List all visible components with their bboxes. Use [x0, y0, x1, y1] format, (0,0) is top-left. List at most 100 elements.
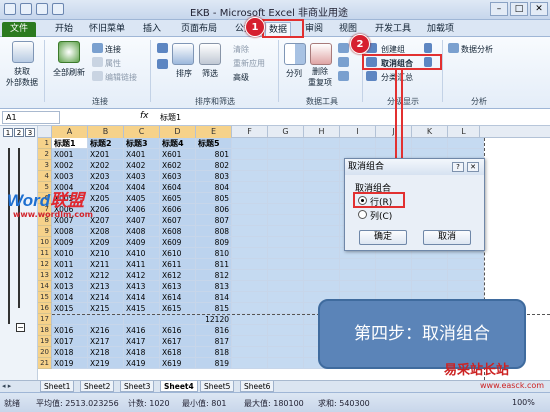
cell[interactable]: X408: [124, 226, 160, 237]
cell[interactable]: X614: [160, 292, 196, 303]
cell[interactable]: [232, 138, 268, 149]
cell[interactable]: X018: [52, 347, 88, 358]
sheet-tab[interactable]: Sheet5: [200, 381, 235, 392]
cell[interactable]: X606: [160, 204, 196, 215]
dialog-close-button[interactable]: ✕: [467, 162, 479, 172]
cell[interactable]: X401: [124, 149, 160, 160]
cell[interactable]: X212: [88, 270, 124, 281]
cell[interactable]: X009: [52, 237, 88, 248]
cell[interactable]: X419: [124, 358, 160, 369]
cell[interactable]: [268, 303, 304, 314]
column-header[interactable]: D: [160, 126, 196, 138]
fx-icon[interactable]: fx: [140, 111, 149, 121]
row-header[interactable]: 11: [38, 248, 52, 259]
cell[interactable]: 807: [196, 215, 232, 226]
cell[interactable]: X402: [124, 160, 160, 171]
clear-filter-button[interactable]: 清除: [233, 44, 249, 55]
maximize-button[interactable]: □: [510, 2, 528, 16]
cell[interactable]: X608: [160, 226, 196, 237]
cell[interactable]: [232, 248, 268, 259]
cell[interactable]: X615: [160, 303, 196, 314]
cell[interactable]: X603: [160, 171, 196, 182]
column-header[interactable]: F: [232, 126, 268, 138]
cell[interactable]: [412, 138, 448, 149]
cell[interactable]: [232, 226, 268, 237]
cell[interactable]: [304, 259, 340, 270]
cell[interactable]: 819: [196, 358, 232, 369]
cell[interactable]: [268, 215, 304, 226]
cell[interactable]: [268, 358, 304, 369]
cell[interactable]: 804: [196, 182, 232, 193]
cell[interactable]: [448, 259, 484, 270]
sheet-tab[interactable]: Sheet2: [80, 381, 115, 392]
row-header[interactable]: 9: [38, 226, 52, 237]
cell[interactable]: X216: [88, 325, 124, 336]
remove-duplicates-button[interactable]: 删除 重复项: [308, 66, 332, 88]
cell[interactable]: [268, 171, 304, 182]
cell[interactable]: X210: [88, 248, 124, 259]
data-analysis-button[interactable]: 数据分析: [461, 44, 493, 55]
cell[interactable]: [160, 314, 196, 325]
sheet-tab[interactable]: Sheet1: [40, 381, 75, 392]
row-header[interactable]: 21: [38, 358, 52, 369]
cell[interactable]: X204: [88, 182, 124, 193]
tab-home[interactable]: 开始: [52, 22, 76, 37]
column-header[interactable]: G: [268, 126, 304, 138]
cell[interactable]: 标题1: [52, 138, 88, 149]
cell[interactable]: X202: [88, 160, 124, 171]
radio-column-label[interactable]: 列(C): [370, 209, 392, 222]
column-header[interactable]: B: [88, 126, 124, 138]
row-header[interactable]: 3: [38, 160, 52, 171]
dialog-help-button[interactable]: ?: [452, 162, 464, 172]
cell[interactable]: [304, 215, 340, 226]
sheet-tab[interactable]: Sheet4: [160, 381, 198, 392]
cell[interactable]: X414: [124, 292, 160, 303]
cell[interactable]: [268, 270, 304, 281]
cell[interactable]: [232, 358, 268, 369]
cell[interactable]: X618: [160, 347, 196, 358]
cell[interactable]: 813: [196, 281, 232, 292]
column-header[interactable]: A: [52, 126, 88, 138]
cell[interactable]: [268, 314, 304, 325]
cell[interactable]: X008: [52, 226, 88, 237]
cell[interactable]: [232, 237, 268, 248]
row-header[interactable]: 17: [38, 314, 52, 325]
cell[interactable]: X415: [124, 303, 160, 314]
formula-input[interactable]: 标题1: [160, 112, 181, 123]
edit-links-button[interactable]: 编辑链接: [105, 72, 137, 83]
cell[interactable]: X409: [124, 237, 160, 248]
cell[interactable]: [268, 347, 304, 358]
row-header[interactable]: 12: [38, 259, 52, 270]
cell[interactable]: X604: [160, 182, 196, 193]
cell[interactable]: X410: [124, 248, 160, 259]
cell[interactable]: [232, 259, 268, 270]
cell[interactable]: [304, 171, 340, 182]
ok-button[interactable]: 确定: [359, 230, 407, 245]
cell[interactable]: [268, 204, 304, 215]
cell[interactable]: 802: [196, 160, 232, 171]
cell[interactable]: [412, 281, 448, 292]
cell[interactable]: 806: [196, 204, 232, 215]
reapply-filter-button[interactable]: 重新应用: [233, 58, 265, 69]
cell[interactable]: X403: [124, 171, 160, 182]
row-header[interactable]: 19: [38, 336, 52, 347]
cell[interactable]: [232, 149, 268, 160]
tab-file[interactable]: 文件: [2, 22, 36, 37]
close-button[interactable]: ✕: [530, 2, 548, 16]
redo-icon[interactable]: [52, 3, 64, 15]
cell[interactable]: [448, 281, 484, 292]
cell[interactable]: X607: [160, 215, 196, 226]
cell[interactable]: X610: [160, 248, 196, 259]
cell[interactable]: X406: [124, 204, 160, 215]
cell[interactable]: X407: [124, 215, 160, 226]
cell[interactable]: [268, 182, 304, 193]
cell[interactable]: 标题2: [88, 138, 124, 149]
cell[interactable]: [124, 314, 160, 325]
cell[interactable]: 818: [196, 347, 232, 358]
cell[interactable]: [304, 182, 340, 193]
radio-column[interactable]: [358, 210, 367, 219]
cell[interactable]: [268, 292, 304, 303]
cell[interactable]: X217: [88, 336, 124, 347]
cell[interactable]: X003: [52, 171, 88, 182]
cell[interactable]: X001: [52, 149, 88, 160]
